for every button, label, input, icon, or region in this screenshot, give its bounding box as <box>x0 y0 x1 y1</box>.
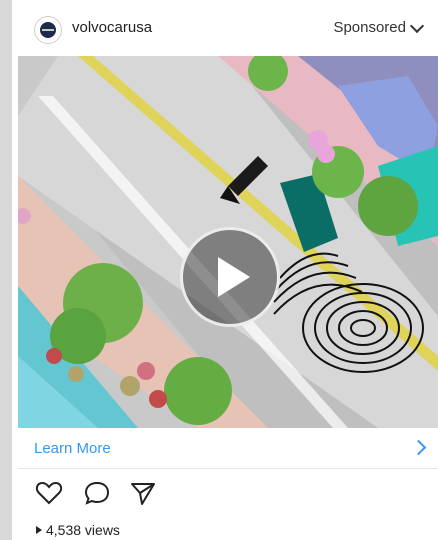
views-label: 4,538 views <box>46 522 120 538</box>
instagram-post-card: volvocarusa Sponsored Learn More 4,538 v… <box>18 0 438 540</box>
play-triangle <box>218 257 250 297</box>
post-header: volvocarusa Sponsored <box>18 0 438 56</box>
play-icon[interactable] <box>180 227 280 327</box>
chevron-down-icon <box>409 18 425 33</box>
avatar <box>40 22 56 38</box>
heart-icon[interactable] <box>34 478 64 508</box>
triangle-play-icon <box>36 526 42 534</box>
learn-more-bar[interactable]: Learn More <box>18 428 438 469</box>
comment-icon[interactable] <box>82 478 112 508</box>
post-actions <box>18 470 438 514</box>
sponsored-label: Sponsored <box>333 19 406 36</box>
send-icon[interactable] <box>128 478 158 508</box>
chevron-right-icon <box>410 439 427 456</box>
username[interactable]: volvocarusa <box>72 19 152 36</box>
views-count: 4,538 views <box>36 522 120 538</box>
video-media[interactable] <box>18 56 438 428</box>
left-edge-bar <box>0 0 12 540</box>
learn-more-label: Learn More <box>34 440 111 457</box>
sponsored-menu[interactable]: Sponsored <box>333 18 425 36</box>
volvo-logo-icon[interactable] <box>34 16 62 44</box>
